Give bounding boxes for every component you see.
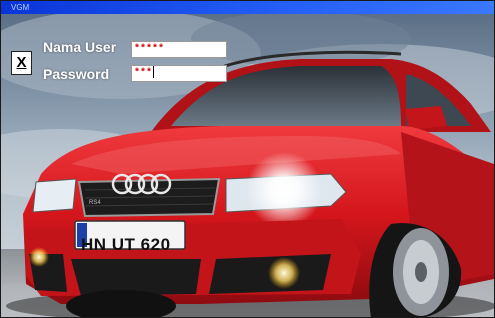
svg-text:RS4: RS4 bbox=[89, 200, 101, 206]
login-window: VGM RS4 HN UT 620 X Nama User ***** Pass… bbox=[0, 0, 495, 318]
text-caret bbox=[153, 66, 155, 79]
username-field[interactable]: ***** bbox=[131, 41, 227, 58]
username-label: Nama User bbox=[43, 39, 117, 55]
window-title: VGM bbox=[11, 3, 30, 12]
username-value: ***** bbox=[134, 44, 165, 55]
password-field[interactable]: *** bbox=[131, 65, 227, 82]
license-plate-text: HN UT 620 bbox=[81, 235, 171, 254]
password-value: *** bbox=[134, 68, 153, 79]
car-background-image: RS4 bbox=[1, 14, 494, 317]
password-label: Password bbox=[43, 66, 110, 82]
close-button[interactable]: X bbox=[11, 51, 32, 75]
title-bar[interactable]: VGM bbox=[1, 1, 494, 14]
